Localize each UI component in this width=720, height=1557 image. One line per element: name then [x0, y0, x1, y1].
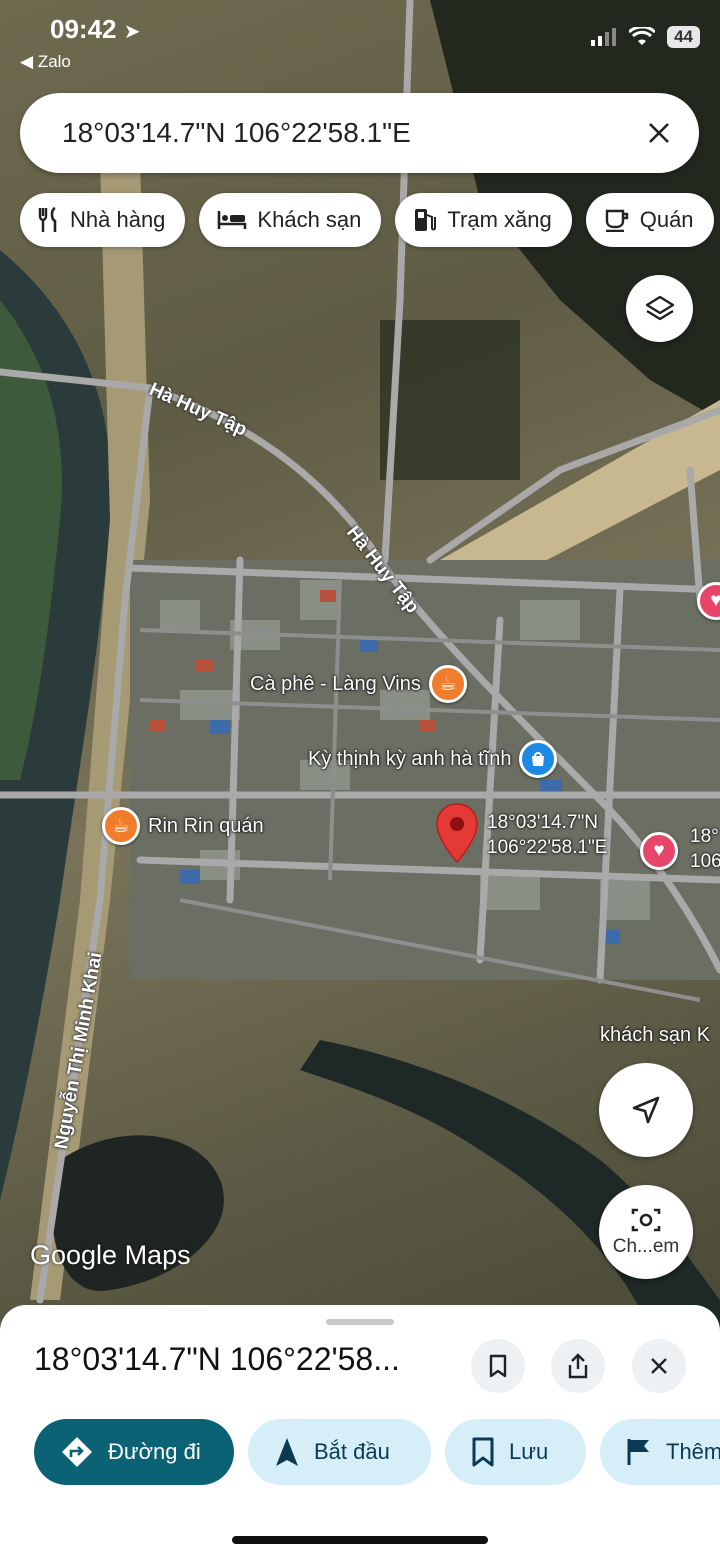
more-button[interactable]: Thêm — [600, 1419, 720, 1485]
status-indicators: 44 — [591, 26, 700, 48]
action-label: Thêm — [666, 1439, 720, 1464]
poi-ca-phe-lang-vins[interactable]: Cà phê - Làng Vins ☕ — [250, 665, 467, 703]
my-location-button[interactable] — [599, 1063, 693, 1157]
lens-label: Ch...em — [612, 1236, 680, 1257]
layers-icon — [645, 295, 674, 320]
lens-camera-button[interactable]: Ch...em — [599, 1185, 693, 1279]
action-label: Lưu — [509, 1439, 549, 1464]
bookmark-icon — [489, 1354, 507, 1378]
bookmark-icon — [472, 1437, 494, 1467]
poi-label: Rin Rin quán — [148, 814, 264, 837]
google-maps-logo: Google Maps — [30, 1240, 191, 1270]
chip-gas-stations[interactable]: Trạm xăng — [395, 193, 572, 247]
back-to-app[interactable]: ◀ Zalo — [20, 52, 71, 72]
poi-ky-thinh[interactable]: Kỳ thịnh kỳ anh hà tĩnh — [308, 740, 558, 778]
share-icon — [568, 1353, 588, 1379]
status-time-text: 09:42 — [50, 14, 117, 44]
status-time: 09:42 ➤ — [50, 14, 141, 45]
battery-icon: 44 — [667, 26, 700, 48]
close-sheet-button[interactable] — [632, 1339, 686, 1393]
layers-button[interactable] — [626, 275, 693, 342]
signal-icon — [591, 28, 617, 46]
category-chips: Nhà hàng Khách sạn Trạm xăng Quán — [20, 193, 714, 247]
side-pin-label-line2: 106 — [690, 851, 720, 872]
poi-label: Kỳ thịnh kỳ anh hà tĩnh — [308, 747, 512, 770]
save-action-button[interactable]: Lưu — [445, 1419, 586, 1485]
search-bar[interactable]: 18°03'14.7"N 106°22'58.1"E — [20, 93, 699, 173]
pin-label-line2: 106°22'58.1"E — [487, 837, 608, 858]
close-icon[interactable] — [639, 113, 679, 153]
shopping-icon — [519, 740, 558, 778]
chip-cafes[interactable]: Quán — [585, 193, 714, 247]
action-buttons: Đường đi Bắt đầu Lưu Thêm — [34, 1419, 720, 1485]
navigate-icon — [276, 1438, 298, 1466]
chip-label: Quán — [639, 207, 694, 232]
back-triangle-icon: ◀ — [20, 52, 34, 71]
wifi-icon — [629, 27, 656, 45]
share-button[interactable] — [551, 1339, 605, 1393]
side-pin-label-line1: 18° — [690, 826, 719, 847]
cafe-icon — [605, 209, 628, 232]
navigation-arrow-icon — [632, 1096, 660, 1124]
pin-label-line1: 18°03'14.7"N — [487, 812, 598, 833]
camera-lens-icon — [631, 1208, 661, 1232]
place-bottom-sheet: 18°03'14.7"N 106°22'58... Đường đi Bắt đ… — [0, 1305, 720, 1557]
hotel-icon — [218, 211, 247, 229]
location-arrow-icon: ➤ — [123, 21, 141, 43]
chip-label: Khách sạn — [257, 207, 362, 232]
directions-button[interactable]: Đường đi — [34, 1419, 234, 1485]
close-icon — [651, 1358, 667, 1374]
place-title: 18°03'14.7"N 106°22'58... — [34, 1341, 400, 1377]
start-button[interactable]: Bắt đầu — [248, 1419, 431, 1485]
directions-icon — [62, 1437, 92, 1467]
location-pin-icon[interactable] — [434, 802, 480, 864]
pin-coordinate-label: 18°03'14.7"N 106°22'58.1"E — [487, 810, 607, 860]
restaurant-icon — [38, 207, 57, 232]
coffee-icon: ☕ — [428, 665, 467, 703]
chip-hotels[interactable]: Khách sạn — [199, 193, 382, 247]
save-button[interactable] — [471, 1339, 525, 1393]
flag-icon — [627, 1439, 649, 1465]
heart-icon[interactable]: ♥ — [640, 832, 678, 870]
chip-label: Trạm xăng — [447, 207, 552, 232]
poi-label: Cà phê - Làng Vins — [250, 672, 421, 695]
action-label: Bắt đầu — [314, 1439, 390, 1464]
chip-label: Nhà hàng — [70, 207, 166, 232]
gas-station-icon — [415, 209, 437, 231]
search-input[interactable]: 18°03'14.7"N 106°22'58.1"E — [62, 117, 639, 149]
poi-rin-rin-quan[interactable]: ☕ Rin Rin quán — [102, 807, 264, 845]
back-app-label: Zalo — [37, 52, 71, 71]
action-label: Đường đi — [108, 1439, 201, 1464]
sheet-drag-handle[interactable] — [326, 1319, 394, 1325]
coffee-icon: ☕ — [102, 807, 140, 845]
poi-label-khach-san[interactable]: khách sạn K — [600, 1024, 710, 1047]
home-indicator[interactable] — [232, 1536, 488, 1544]
side-pin-label: 18° 106 — [690, 824, 720, 874]
chip-restaurants[interactable]: Nhà hàng — [20, 193, 186, 247]
